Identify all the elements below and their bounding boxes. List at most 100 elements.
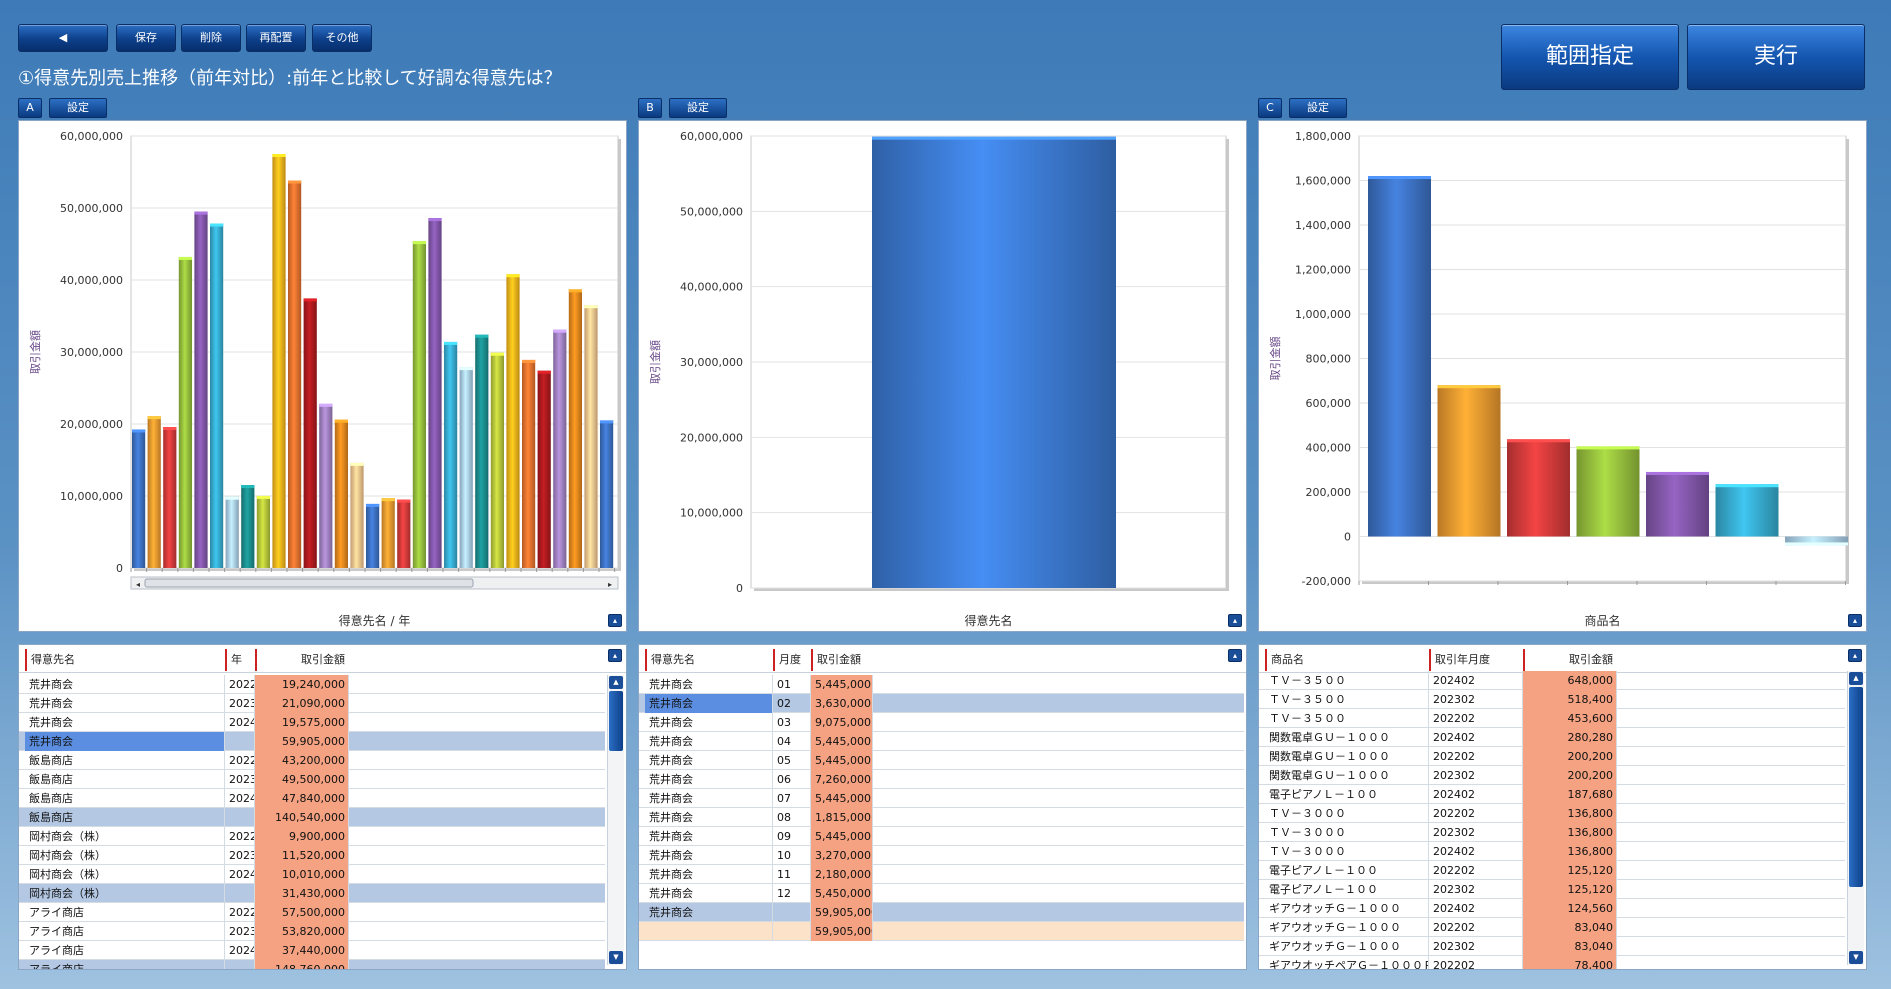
- bar[interactable]: [225, 496, 239, 568]
- bar[interactable]: [522, 359, 536, 568]
- expand-icon[interactable]: ▴: [608, 614, 622, 627]
- scroll-thumb[interactable]: [609, 691, 623, 751]
- table-row[interactable]: 荒井商会 08 1,815,000: [639, 808, 1244, 827]
- expand-icon[interactable]: ▴: [1848, 614, 1862, 627]
- table-row[interactable]: 関数電卓ＧＵ－１０００ 202402 280,280: [1259, 728, 1845, 747]
- save-button[interactable]: 保存: [116, 24, 176, 52]
- back-button[interactable]: ◀: [18, 24, 108, 52]
- bar[interactable]: [256, 495, 270, 568]
- scroll-up-icon[interactable]: ▲: [609, 676, 623, 689]
- scroll-down-icon[interactable]: ▼: [609, 951, 623, 964]
- table-row[interactable]: 岡村商会（株） 2024 10,010,000: [19, 865, 605, 884]
- bar[interactable]: [350, 462, 364, 568]
- bar[interactable]: [490, 352, 504, 568]
- bar[interactable]: [584, 305, 598, 568]
- bar[interactable]: [319, 403, 333, 568]
- scroll-up-icon[interactable]: ▲: [1849, 672, 1863, 685]
- rearrange-button[interactable]: 再配置: [246, 24, 306, 52]
- panel-b-settings-button[interactable]: 設定: [669, 98, 727, 118]
- bar[interactable]: [553, 329, 567, 568]
- bar[interactable]: [366, 503, 380, 568]
- column-header[interactable]: 取引金額: [1523, 649, 1617, 671]
- table-row[interactable]: 関数電卓ＧＵ－１０００ 202302 200,200: [1259, 766, 1845, 785]
- vertical-scrollbar[interactable]: ▲ ▼: [1847, 671, 1864, 965]
- bar[interactable]: [132, 429, 146, 568]
- table-row[interactable]: 荒井商会 12 5,450,000: [639, 884, 1244, 903]
- bar[interactable]: [334, 419, 348, 568]
- bar[interactable]: [178, 256, 192, 568]
- table-row[interactable]: ＴＶ－３５００ 202202 453,600: [1259, 709, 1845, 728]
- bar[interactable]: [163, 427, 177, 568]
- table-row[interactable]: 飯島商店 2023 49,500,000: [19, 770, 605, 789]
- table-row[interactable]: アライ商店 2024 37,440,000: [19, 941, 605, 960]
- table-row[interactable]: ＴＶ－３５００ 202302 518,400: [1259, 690, 1845, 709]
- scroll-down-icon[interactable]: ▼: [1849, 951, 1863, 964]
- bar[interactable]: [397, 499, 411, 568]
- table-row[interactable]: 関数電卓ＧＵ－１０００ 202202 200,200: [1259, 747, 1845, 766]
- table-row[interactable]: 荒井商会 09 5,445,000: [639, 827, 1244, 846]
- bar[interactable]: [475, 334, 489, 568]
- bar[interactable]: [428, 218, 442, 568]
- table-row[interactable]: 荒井商会 11 2,180,000: [639, 865, 1244, 884]
- table-row[interactable]: 荒井商会 01 5,445,000: [639, 675, 1244, 694]
- column-header[interactable]: 月度: [773, 649, 811, 671]
- run-button[interactable]: 実行: [1687, 24, 1865, 90]
- bar[interactable]: [568, 289, 582, 568]
- column-header[interactable]: 取引年月度: [1429, 649, 1523, 671]
- column-header[interactable]: 年: [225, 649, 255, 671]
- table-row[interactable]: 荒井商会 02 3,630,000: [639, 694, 1244, 713]
- table-row[interactable]: 荒井商会 2023 21,090,000: [19, 694, 605, 713]
- column-header[interactable]: 得意先名: [645, 649, 777, 671]
- table-row[interactable]: 飯島商店 140,540,000: [19, 808, 605, 827]
- other-button[interactable]: その他: [312, 24, 372, 52]
- scroll-thumb[interactable]: [1849, 687, 1863, 887]
- bar[interactable]: [600, 420, 614, 568]
- table-row[interactable]: 荒井商会 2022 19,240,000: [19, 675, 605, 694]
- table-row[interactable]: ＴＶ－３０００ 202402 136,800: [1259, 842, 1845, 861]
- table-row[interactable]: 荒井商会 59,905,000: [19, 732, 605, 751]
- table-row[interactable]: 荒井商会 03 9,075,000: [639, 713, 1244, 732]
- panel-c-settings-button[interactable]: 設定: [1289, 98, 1347, 118]
- table-row[interactable]: 飯島商店 2024 47,840,000: [19, 789, 605, 808]
- bar[interactable]: [241, 485, 255, 568]
- chart-horizontal-scrollbar[interactable]: ◂ ▸: [130, 576, 619, 590]
- table-row[interactable]: 岡村商会（株） 31,430,000: [19, 884, 605, 903]
- table-row[interactable]: 荒井商会 05 5,445,000: [639, 751, 1244, 770]
- table-row[interactable]: アライ商店 148,760,000: [19, 960, 605, 969]
- expand-icon[interactable]: ▴: [608, 649, 622, 662]
- table-row[interactable]: 荒井商会 59,905,000: [639, 903, 1244, 922]
- table-row[interactable]: 荒井商会 06 7,260,000: [639, 770, 1244, 789]
- bar[interactable]: [210, 223, 224, 568]
- table-row[interactable]: 荒井商会 07 5,445,000: [639, 789, 1244, 808]
- table-row[interactable]: 電子ピアノＬ－１００ 202202 125,120: [1259, 861, 1845, 880]
- table-row[interactable]: ギアウオッチＧ－１０００ 202302 83,040: [1259, 937, 1845, 956]
- table-row[interactable]: ギアウオッチＧ－１０００ 202202 83,040: [1259, 918, 1845, 937]
- table-row[interactable]: 電子ピアノＬ－１００ 202302 125,120: [1259, 880, 1845, 899]
- table-row[interactable]: アライ商店 2022 57,500,000: [19, 903, 605, 922]
- bar[interactable]: [303, 298, 317, 568]
- bar[interactable]: [506, 274, 520, 568]
- bar[interactable]: [147, 416, 161, 568]
- bar[interactable]: [272, 154, 286, 568]
- bar[interactable]: [459, 367, 473, 568]
- table-row[interactable]: ＴＶ－３０００ 202202 136,800: [1259, 804, 1845, 823]
- table-row[interactable]: 岡村商会（株） 2023 11,520,000: [19, 846, 605, 865]
- bar[interactable]: [412, 241, 426, 568]
- table-row[interactable]: ＴＶ－３５００ 202402 648,000: [1259, 671, 1845, 690]
- table-row[interactable]: 荒井商会 10 3,270,000: [639, 846, 1244, 865]
- bar[interactable]: [381, 498, 395, 568]
- bar[interactable]: [1576, 446, 1640, 537]
- bar[interactable]: [1507, 439, 1570, 537]
- table-row[interactable]: 岡村商会（株） 2022 9,900,000: [19, 827, 605, 846]
- table-row[interactable]: ギアウオッチペアＧ－１０００Ｐ 202202 78,400: [1259, 956, 1845, 969]
- table-row[interactable]: 59,905,000: [639, 922, 1244, 941]
- table-row[interactable]: 荒井商会 04 5,445,000: [639, 732, 1244, 751]
- table-row[interactable]: アライ商店 2023 53,820,000: [19, 922, 605, 941]
- table-row[interactable]: 電子ピアノＬ－１００ 202402 187,680: [1259, 785, 1845, 804]
- delete-button[interactable]: 削除: [181, 24, 241, 52]
- table-row[interactable]: 飯島商店 2022 43,200,000: [19, 751, 605, 770]
- column-header[interactable]: 取引金額: [811, 649, 873, 671]
- bar[interactable]: [288, 180, 302, 568]
- bar[interactable]: [872, 136, 1116, 588]
- column-header[interactable]: 得意先名: [25, 649, 225, 671]
